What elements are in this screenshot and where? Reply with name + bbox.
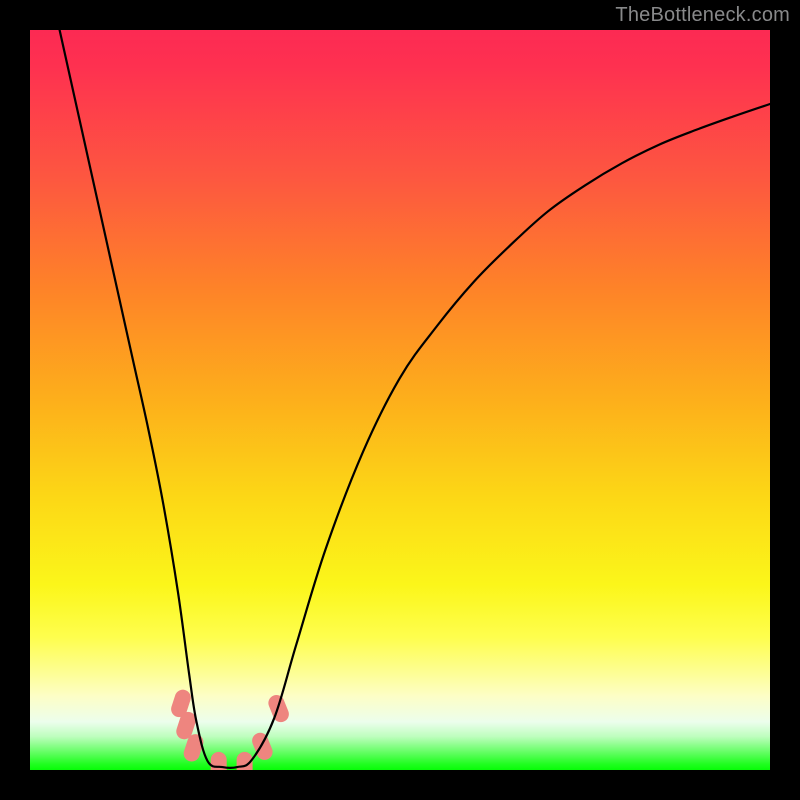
chart-svg (30, 30, 770, 770)
marker-layer (169, 688, 291, 770)
bottleneck-curve (60, 30, 770, 768)
chart-container: TheBottleneck.com (0, 0, 800, 800)
watermark-text: TheBottleneck.com (615, 4, 790, 27)
plot-area (30, 30, 770, 770)
